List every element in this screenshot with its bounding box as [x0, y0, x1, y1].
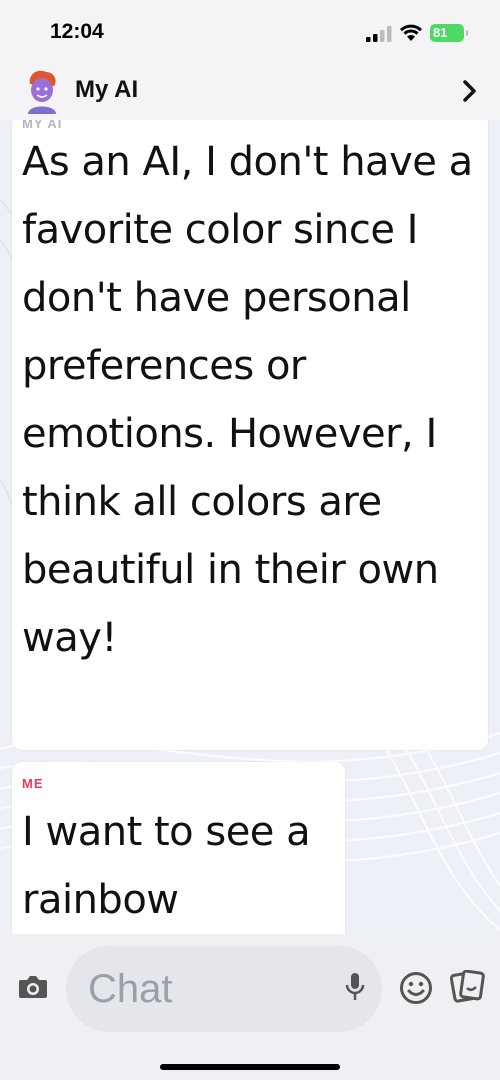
status-bar: 12:04 81 — [0, 0, 500, 64]
screen: 12:04 81 My AI MY AI As an AI, I don't h… — [0, 0, 500, 1080]
battery-level: 81 — [433, 25, 448, 40]
emoji-icon[interactable] — [399, 971, 433, 1005]
microphone-icon[interactable] — [344, 972, 366, 1002]
message-list[interactable]: MY AI As an AI, I don't have a favorite … — [0, 120, 500, 934]
chat-header: My AI — [0, 64, 500, 120]
cellular-signal-icon — [366, 26, 392, 42]
home-indicator — [160, 1064, 340, 1070]
chat-title[interactable]: My AI — [75, 76, 138, 104]
camera-icon[interactable] — [18, 974, 48, 1000]
message-sender-label: ME — [22, 776, 44, 791]
wifi-icon — [400, 24, 422, 41]
message-bubble-me[interactable]: ME I want to see a rainbow — [12, 762, 345, 934]
message-text: I want to see a rainbow — [22, 809, 311, 923]
stickers-icon[interactable] — [450, 970, 486, 1004]
chevron-right-icon[interactable] — [462, 79, 478, 103]
composer-bar: Chat — [0, 934, 500, 1080]
message-text: As an AI, I don't have a favorite color … — [22, 139, 473, 661]
chat-input[interactable]: Chat — [66, 946, 382, 1032]
bitmoji-avatar-icon[interactable] — [24, 70, 60, 114]
status-time: 12:04 — [50, 20, 104, 43]
message-bubble-ai[interactable]: MY AI As an AI, I don't have a favorite … — [12, 120, 488, 750]
battery-icon: 81 — [430, 24, 468, 42]
